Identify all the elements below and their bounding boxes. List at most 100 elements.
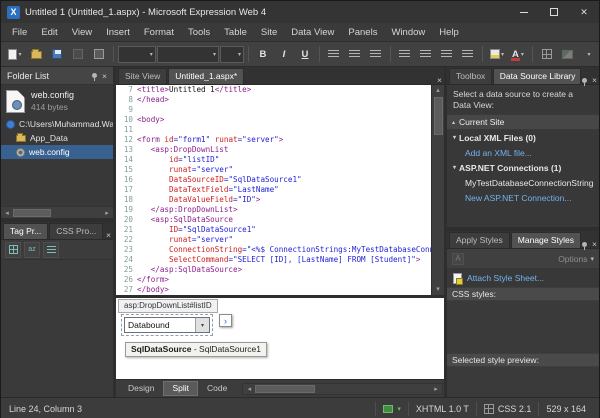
visual-aids-indicator[interactable]: ▾ [375, 402, 408, 416]
dsl-add-an-xml-file[interactable]: Add an XML file... [447, 145, 599, 160]
tab-tag-properties[interactable]: Tag Pr... [3, 223, 48, 239]
bullet-list-button[interactable] [416, 44, 436, 64]
code-line[interactable]: 22 runat="server" [118, 235, 431, 245]
editor-tab-site-view[interactable]: Site View [118, 68, 167, 84]
code-line[interactable]: 14 id="listID" [118, 155, 431, 165]
close-panel-icon[interactable]: × [592, 240, 597, 248]
site-root-item[interactable]: C:\Users\Muhammad.Waqas\... [1, 117, 113, 131]
quick-tag-breadcrumb[interactable]: asp:DropDownList#listID [118, 299, 218, 313]
pin-icon[interactable] [582, 242, 587, 247]
code-line[interactable]: 19 </asp:DropDownList> [118, 205, 431, 215]
code-line[interactable]: 9 [118, 105, 431, 115]
underline-button[interactable]: U [295, 44, 315, 64]
folder-item-app-data[interactable]: App_Data [1, 131, 113, 145]
code-line[interactable]: 17 DataTextField="LastName" [118, 185, 431, 195]
dsl-new-asp-net-connection[interactable]: New ASP.NET Connection... [447, 190, 599, 205]
dsl-asp-net-connections-1[interactable]: ▾ASP.NET Connections (1) [447, 160, 599, 175]
font-size-combo[interactable]: ▾ [220, 46, 244, 63]
menu-window[interactable]: Window [384, 25, 432, 40]
tab-manage-styles[interactable]: Manage Styles [511, 232, 581, 248]
close-button[interactable]: ✕ [569, 1, 599, 23]
paragraph-style-combo[interactable]: ▾ [118, 46, 156, 63]
scroll-down-icon[interactable]: ▾ [436, 284, 440, 295]
code-line[interactable]: 25 </asp:SqlDataSource> [118, 265, 431, 275]
editor-tab-untitled-aspx[interactable]: Untitled_1.aspx* [168, 68, 244, 84]
menu-tools[interactable]: Tools [181, 25, 217, 40]
scroll-right-icon[interactable]: ▸ [101, 209, 113, 217]
current-site-header[interactable]: ▴ Current Site [447, 114, 599, 130]
numbered-list-button[interactable] [395, 44, 415, 64]
code-line[interactable]: 10<body> [118, 115, 431, 125]
scroll-left-icon[interactable]: ◂ [243, 385, 255, 393]
preview-in-browser-button[interactable] [89, 44, 109, 64]
code-editor[interactable]: 7<title>Untitled 1</title>8</head>910<bo… [116, 85, 431, 295]
insert-table-button[interactable] [537, 44, 557, 64]
italic-button[interactable]: I [274, 44, 294, 64]
menu-data-view[interactable]: Data View [284, 25, 341, 40]
design-surface[interactable]: Databound ▾ › SqlDataSource - SqlDataSou… [116, 313, 444, 357]
close-document-icon[interactable]: × [437, 76, 442, 84]
dsl-mytestdatabaseconnectionstring[interactable]: MyTestDatabaseConnectionString [447, 175, 599, 190]
code-line[interactable]: 11 [118, 125, 431, 135]
scroll-thumb[interactable] [434, 97, 443, 135]
close-panel-icon[interactable]: × [102, 72, 107, 80]
toolbar-options-button[interactable]: ▾ [579, 44, 599, 64]
folder-horizontal-scrollbar[interactable]: ◂ ▸ [1, 206, 113, 218]
maximize-button[interactable] [539, 1, 569, 23]
close-panel-icon[interactable]: × [592, 76, 597, 84]
scroll-track[interactable] [13, 207, 101, 218]
code-line[interactable]: 21 ID="SqlDataSource1" [118, 225, 431, 235]
split-view-button[interactable]: Split [163, 381, 198, 396]
doctype-label[interactable]: XHTML 1.0 T [408, 402, 476, 416]
tab-toolbox[interactable]: Toolbox [449, 68, 492, 84]
dropdown-button[interactable]: ▾ [195, 318, 209, 332]
scroll-thumb[interactable] [255, 385, 315, 393]
categorized-view-button[interactable] [5, 242, 21, 258]
code-line[interactable]: 18 DataValueField="ID"> [118, 195, 431, 205]
menu-file[interactable]: File [5, 25, 34, 40]
pin-icon[interactable] [582, 78, 587, 83]
bold-button[interactable]: B [253, 44, 273, 64]
editor-horizontal-scrollbar[interactable]: ◂ ▸ [242, 383, 443, 395]
close-panel-icon[interactable]: × [106, 231, 111, 239]
dropdownlist-control[interactable]: Databound ▾ [124, 317, 210, 333]
tab-apply-styles[interactable]: Apply Styles [449, 232, 510, 248]
open-file-button[interactable] [26, 44, 46, 64]
design-view-button[interactable]: Design [119, 381, 163, 396]
font-family-combo[interactable]: ▾ [157, 46, 219, 63]
alphabetical-view-button[interactable]: az [24, 242, 40, 258]
menu-panels[interactable]: Panels [341, 25, 384, 40]
code-line[interactable]: 24 SelectCommand="SELECT [ID], [LastName… [118, 255, 431, 265]
increase-indent-button[interactable] [458, 44, 478, 64]
scroll-thumb[interactable] [13, 209, 51, 217]
new-document-button[interactable]: ▾ [5, 44, 25, 64]
code-line[interactable]: 20 <asp:SqlDataSource [118, 215, 431, 225]
code-line[interactable]: 26</form> [118, 275, 431, 285]
pin-icon[interactable] [92, 73, 97, 78]
dsl-local-xml-files-0[interactable]: ▾Local XML Files (0) [447, 130, 599, 145]
decrease-indent-button[interactable] [437, 44, 457, 64]
menu-table[interactable]: Table [217, 25, 254, 40]
smart-tag-button[interactable]: › [219, 314, 232, 327]
scroll-right-icon[interactable]: ▸ [430, 385, 442, 393]
minimize-button[interactable] [509, 1, 539, 23]
menu-insert[interactable]: Insert [99, 25, 137, 40]
align-right-button[interactable] [366, 44, 386, 64]
set-properties-button[interactable] [43, 242, 59, 258]
scroll-up-icon[interactable]: ▴ [436, 85, 440, 96]
code-line[interactable]: 15 runat="server" [118, 165, 431, 175]
tab-data-source-library[interactable]: Data Source Library [493, 68, 581, 84]
code-view-button[interactable]: Code [198, 381, 236, 396]
scroll-left-icon[interactable]: ◂ [1, 209, 13, 217]
code-line[interactable]: 13 <asp:DropDownList [118, 145, 431, 155]
menu-help[interactable]: Help [432, 25, 466, 40]
css-schema-item[interactable]: CSS 2.1 [476, 402, 539, 416]
vertical-scrollbar[interactable]: ▴ ▾ [431, 85, 444, 295]
menu-edit[interactable]: Edit [34, 25, 64, 40]
save-button[interactable] [47, 44, 67, 64]
tab-css-properties[interactable]: CSS Pro... [49, 223, 103, 239]
menu-view[interactable]: View [65, 25, 99, 40]
file-item-web-config[interactable]: web.config [1, 145, 113, 159]
font-color-button[interactable]: A▾ [508, 44, 528, 64]
attach-style-sheet-link[interactable]: Attach Style Sheet... [467, 273, 544, 283]
